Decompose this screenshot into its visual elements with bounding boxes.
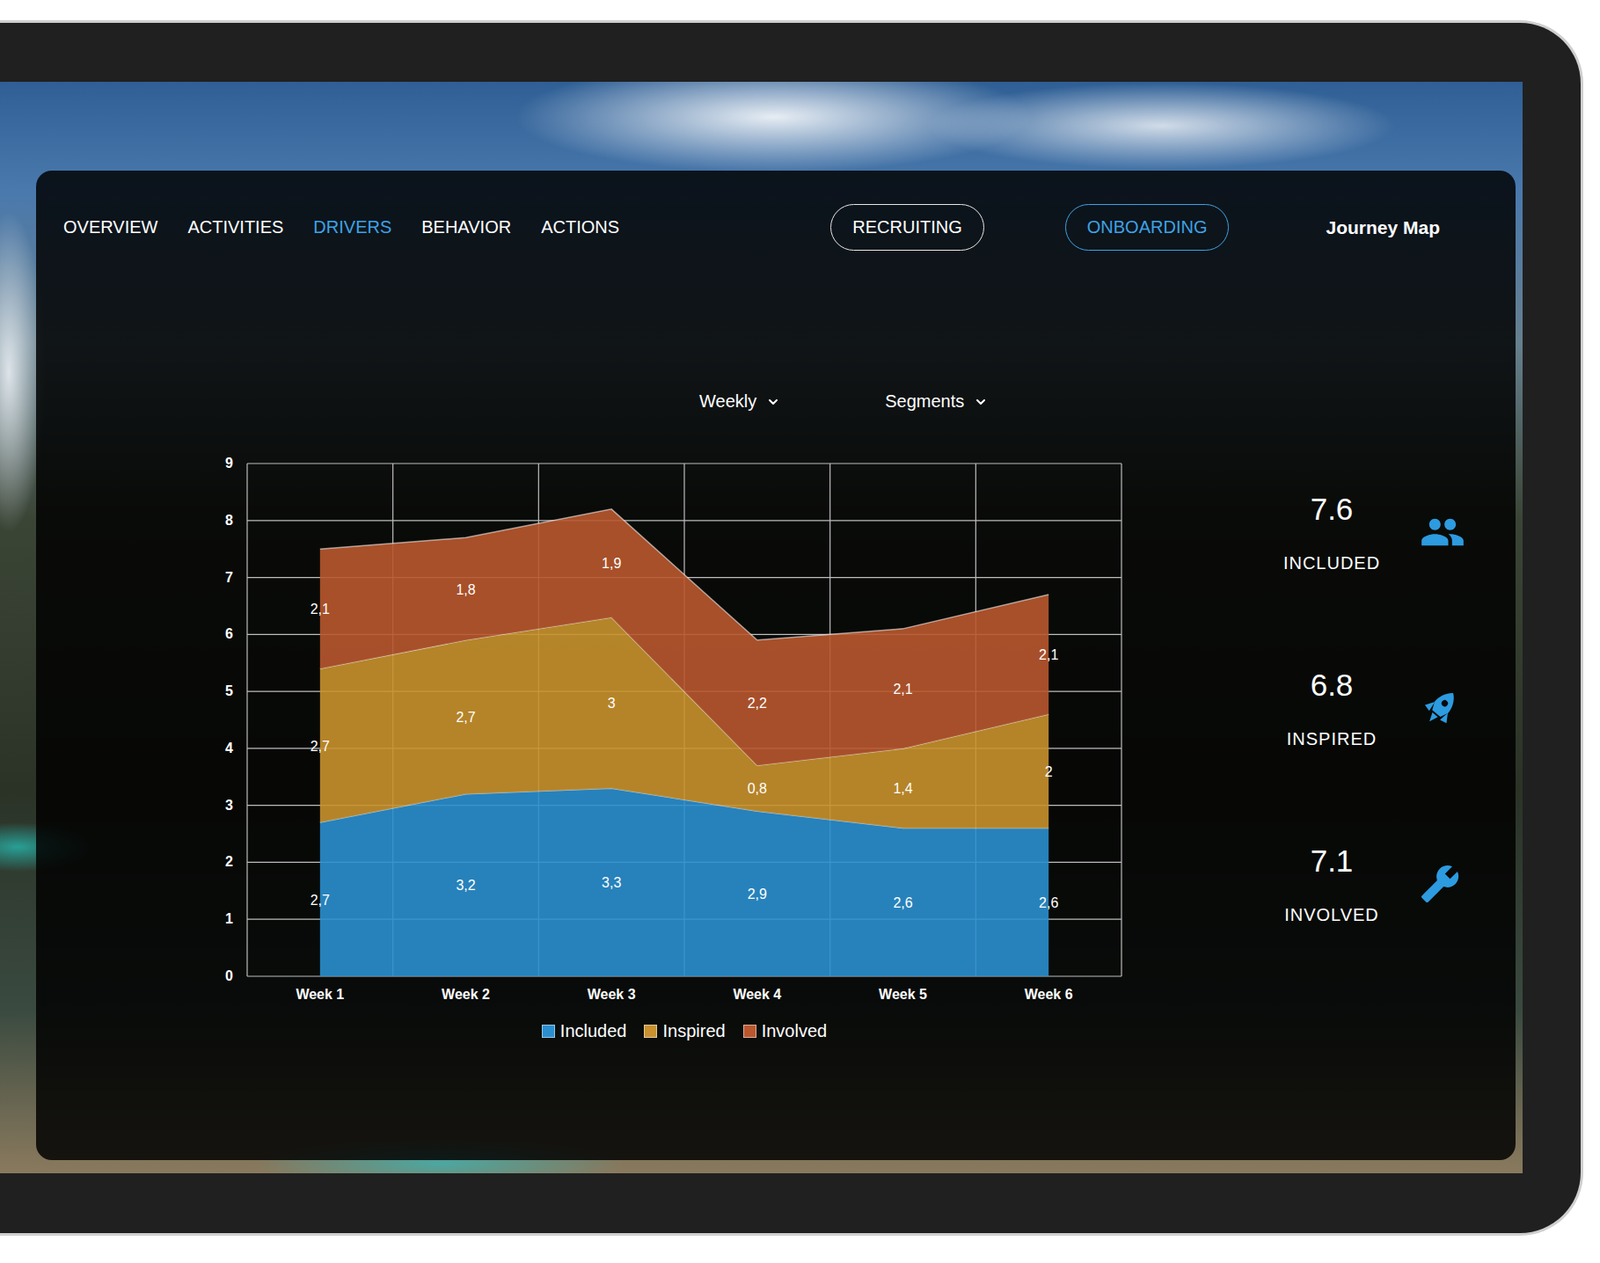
- data-label: 1,9: [601, 555, 622, 571]
- y-tick: 1: [225, 911, 234, 927]
- x-label: Week 2: [441, 986, 490, 1002]
- nav-tab[interactable]: OVERVIEW: [63, 217, 158, 238]
- data-label: 1,4: [892, 781, 913, 797]
- stat-value: 7.6: [1310, 490, 1354, 528]
- data-label: 2,7: [455, 709, 475, 725]
- data-label: 2,7: [310, 738, 330, 754]
- legend: Included Inspired Involved: [63, 1021, 1154, 1042]
- data-label: 2,6: [1038, 895, 1059, 911]
- journey-pill[interactable]: RECRUITING: [830, 204, 984, 251]
- journey-pill[interactable]: ONBOARDING: [1065, 204, 1230, 251]
- stat-label: INSPIRED: [1286, 728, 1377, 750]
- nav-tab[interactable]: ACTIVITIES: [187, 217, 284, 238]
- y-tick: 6: [225, 626, 234, 642]
- legend-item[interactable]: Included: [541, 1021, 628, 1042]
- legend-swatch: [541, 1024, 556, 1038]
- data-label: 3,2: [455, 877, 475, 893]
- legend-item[interactable]: Involved: [743, 1021, 828, 1042]
- data-label: 3,3: [601, 875, 622, 891]
- stat-card: 7.1 INVOLVED: [1261, 842, 1466, 926]
- nav-tab[interactable]: ACTIONS: [540, 217, 620, 238]
- y-tick: 2: [225, 854, 234, 870]
- stats-column: 7.6 INCLUDED 6.8 INSPIRED 7.1 INVOLVED: [1261, 451, 1466, 1042]
- chart-area: 0 1 2 3 4 5 6 7 8 9 2,7 3,2 3,3 2,9 2,6 2,6 2,7 2,7 3 0,8 1,…: [36, 451, 1154, 1042]
- top-nav: OVERVIEW ACTIVITIES DRIVERS BEHAVIOR ACTIONS…: [63, 204, 1440, 251]
- y-tick: 3: [225, 797, 234, 813]
- page: OVERVIEW ACTIVITIES DRIVERS BEHAVIOR ACTIONS…: [0, 0, 1600, 1263]
- data-label: 2,2: [747, 695, 768, 711]
- series-area: [320, 509, 1049, 767]
- y-tick: 5: [225, 683, 234, 699]
- legend-swatch: [643, 1024, 658, 1038]
- stat-value: 6.8: [1310, 666, 1354, 704]
- stat-label: INVOLVED: [1284, 904, 1380, 926]
- y-tick: 9: [225, 455, 234, 471]
- nav-tab[interactable]: BEHAVIOR: [421, 217, 512, 238]
- legend-swatch: [743, 1024, 757, 1038]
- data-label: 2,7: [310, 892, 330, 908]
- data-label: 3: [607, 695, 616, 711]
- data-label: 2: [1044, 764, 1053, 780]
- data-label: 1,8: [455, 582, 475, 598]
- data-label: 2,9: [747, 886, 768, 902]
- chevron-down-icon: [974, 395, 987, 409]
- rocket-icon: [1419, 686, 1462, 730]
- chevron-down-icon: [767, 395, 780, 409]
- filter-dropdown[interactable]: Segments: [884, 391, 987, 412]
- data-label: 2,6: [892, 895, 913, 911]
- journey-map-link[interactable]: Journey Map: [1325, 217, 1440, 239]
- data-label: 2,1: [310, 601, 330, 617]
- stat-card: 6.8 INSPIRED: [1261, 666, 1466, 750]
- series-edge: [320, 509, 1049, 641]
- dashboard-panel: OVERVIEW ACTIVITIES DRIVERS BEHAVIOR ACTIONS…: [36, 170, 1516, 1161]
- x-label: Week 5: [878, 986, 928, 1002]
- people-icon: [1419, 509, 1466, 556]
- data-label: 0,8: [747, 781, 768, 797]
- x-label: Week 1: [295, 986, 344, 1002]
- y-tick: 8: [225, 512, 234, 528]
- x-label: Week 6: [1024, 986, 1074, 1002]
- nav-tab[interactable]: DRIVERS: [313, 217, 392, 238]
- y-tick: 4: [225, 740, 234, 756]
- filter-row: Weekly Segments: [63, 391, 1440, 412]
- grid-line: [1120, 463, 1122, 977]
- stat-value: 7.1: [1310, 842, 1354, 880]
- grid-line: [246, 463, 248, 977]
- data-label: 2,1: [892, 681, 913, 697]
- x-label: Week 4: [732, 986, 782, 1002]
- series: [320, 509, 1049, 767]
- stat-label: INCLUDED: [1283, 552, 1381, 574]
- y-tick: 7: [225, 569, 234, 585]
- wrench-icon: [1419, 863, 1461, 905]
- legend-item[interactable]: Inspired: [643, 1021, 725, 1042]
- tablet-frame: OVERVIEW ACTIVITIES DRIVERS BEHAVIOR ACTIONS…: [0, 20, 1584, 1236]
- stacked-area-chart: 0 1 2 3 4 5 6 7 8 9 2,7 3,2 3,3 2,9 2,6 2,6 2,7 2,7 3 0,8 1,…: [63, 451, 1154, 1015]
- filter-dropdown[interactable]: Weekly: [699, 391, 780, 412]
- y-tick: 0: [225, 968, 234, 984]
- background-photo: OVERVIEW ACTIVITIES DRIVERS BEHAVIOR ACTIONS…: [0, 81, 1523, 1174]
- stat-card: 7.6 INCLUDED: [1261, 490, 1466, 574]
- data-label: 2,1: [1038, 647, 1059, 663]
- x-label: Week 3: [587, 986, 636, 1002]
- grid: [247, 463, 1122, 977]
